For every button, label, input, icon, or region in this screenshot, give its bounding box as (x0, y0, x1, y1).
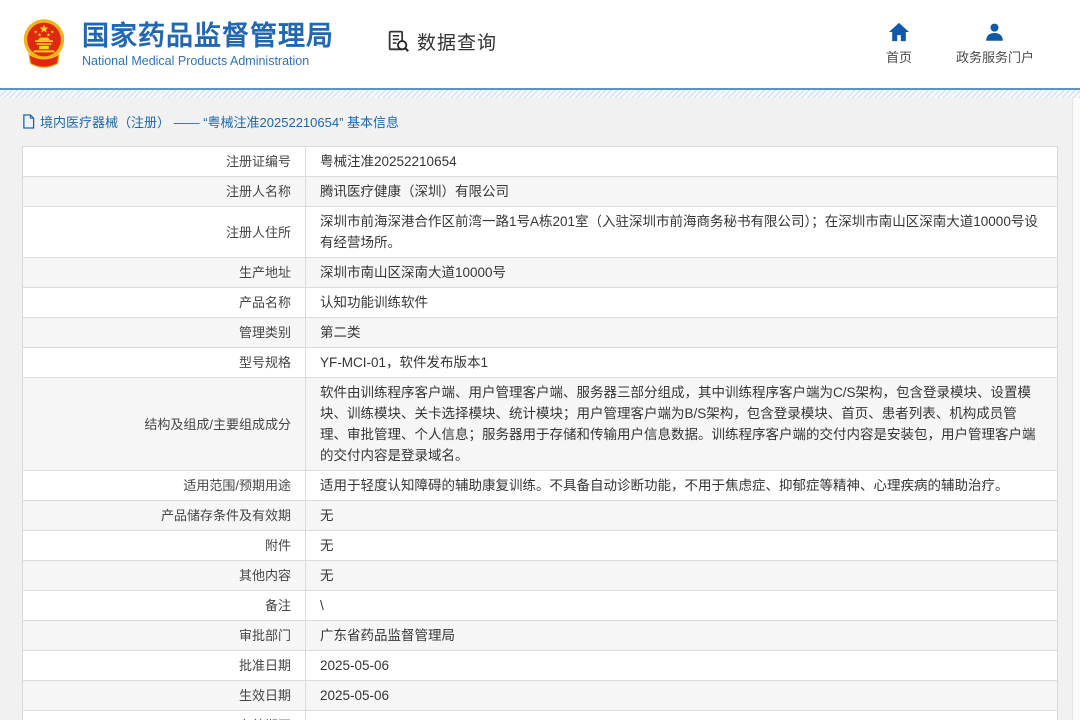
home-icon (888, 22, 910, 42)
site-logo[interactable]: 国家药品监督管理局 National Medical Products Admi… (20, 17, 334, 71)
field-label: 备注 (23, 591, 306, 620)
field-value: 2030-05-05 (306, 711, 1057, 720)
field-label: 其他内容 (23, 561, 306, 590)
user-icon (984, 22, 1005, 42)
table-row: 附件无 (23, 531, 1057, 561)
table-row: 注册人名称腾讯医疗健康（深圳）有限公司 (23, 177, 1057, 207)
field-label: 生产地址 (23, 258, 306, 287)
nav-data-query[interactable]: 数据查询 (386, 28, 497, 55)
field-label: 注册人住所 (23, 207, 306, 257)
document-search-icon (386, 29, 411, 54)
table-row: 注册证编号粤械注准20252210654 (23, 147, 1057, 177)
field-value: 第二类 (306, 318, 1057, 347)
field-label: 审批部门 (23, 621, 306, 650)
table-row: 型号规格YF-MCI-01，软件发布版本1 (23, 348, 1057, 378)
nav-data-query-label: 数据查询 (417, 28, 497, 55)
field-value: 粤械注准20252210654 (306, 147, 1057, 176)
site-subtitle: National Medical Products Administration (82, 54, 334, 68)
table-row: 批准日期2025-05-06 (23, 651, 1057, 681)
table-row: 生产地址深圳市南山区深南大道10000号 (23, 258, 1057, 288)
breadcrumb[interactable]: 境内医疗器械（注册） —— “粤械注准20252210654” 基本信息 (22, 112, 1058, 131)
table-row: 有效期至2030-05-05 (23, 711, 1057, 720)
field-value: 认知功能训练软件 (306, 288, 1057, 317)
field-label: 型号规格 (23, 348, 306, 377)
table-row: 备注\ (23, 591, 1057, 621)
field-label: 产品储存条件及有效期 (23, 501, 306, 530)
field-label: 附件 (23, 531, 306, 560)
main-content: 境内医疗器械（注册） —— “粤械注准20252210654” 基本信息 注册证… (0, 98, 1080, 720)
home-link[interactable]: 首页 (886, 22, 912, 66)
header-divider (0, 88, 1080, 98)
field-value: 广东省药品监督管理局 (306, 621, 1057, 650)
table-row: 生效日期2025-05-06 (23, 681, 1057, 711)
field-label: 适用范围/预期用途 (23, 471, 306, 500)
registration-table: 注册证编号粤械注准20252210654注册人名称腾讯医疗健康（深圳）有限公司注… (22, 146, 1058, 720)
document-icon (22, 114, 35, 129)
site-title: 国家药品监督管理局 (82, 21, 334, 51)
field-value: YF-MCI-01，软件发布版本1 (306, 348, 1057, 377)
table-row: 审批部门广东省药品监督管理局 (23, 621, 1057, 651)
site-header: 国家药品监督管理局 National Medical Products Admi… (0, 0, 1080, 88)
field-label: 生效日期 (23, 681, 306, 710)
field-value: 2025-05-06 (306, 681, 1057, 710)
field-label: 结构及组成/主要组成成分 (23, 378, 306, 470)
field-label: 管理类别 (23, 318, 306, 347)
table-row: 结构及组成/主要组成成分软件由训练程序客户端、用户管理客户端、服务器三部分组成，… (23, 378, 1057, 471)
home-link-label: 首页 (886, 47, 912, 66)
field-label: 注册人名称 (23, 177, 306, 206)
table-row: 产品储存条件及有效期无 (23, 501, 1057, 531)
field-label: 注册证编号 (23, 147, 306, 176)
field-value: 深圳市前海深港合作区前湾一路1号A栋201室（入驻深圳市前海商务秘书有限公司）；… (306, 207, 1057, 257)
field-value: 无 (306, 561, 1057, 590)
site-title-block: 国家药品监督管理局 National Medical Products Admi… (82, 21, 334, 68)
field-value: 适用于轻度认知障碍的辅助康复训练。不具备自动诊断功能，不用于焦虑症、抑郁症等精神… (306, 471, 1057, 500)
portal-link[interactable]: 政务服务门户 (956, 22, 1034, 66)
field-value: 无 (306, 501, 1057, 530)
table-row: 注册人住所深圳市前海深港合作区前湾一路1号A栋201室（入驻深圳市前海商务秘书有… (23, 207, 1057, 258)
field-label: 批准日期 (23, 651, 306, 680)
field-label: 产品名称 (23, 288, 306, 317)
table-row: 管理类别第二类 (23, 318, 1057, 348)
header-links: 首页 政务服务门户 (886, 22, 1034, 66)
table-row: 产品名称认知功能训练软件 (23, 288, 1057, 318)
breadcrumb-text: 境内医疗器械（注册） —— “粤械注准20252210654” 基本信息 (40, 112, 399, 131)
national-emblem-icon (20, 17, 68, 71)
table-row: 适用范围/预期用途适用于轻度认知障碍的辅助康复训练。不具备自动诊断功能，不用于焦… (23, 471, 1057, 501)
table-row: 其他内容无 (23, 561, 1057, 591)
field-value: 无 (306, 531, 1057, 560)
field-label: 有效期至 (23, 711, 306, 720)
field-value: \ (306, 591, 1057, 620)
field-value: 2025-05-06 (306, 651, 1057, 680)
field-value: 深圳市南山区深南大道10000号 (306, 258, 1057, 287)
portal-link-label: 政务服务门户 (956, 47, 1034, 66)
vertical-scrollbar[interactable] (1072, 98, 1080, 720)
field-value: 腾讯医疗健康（深圳）有限公司 (306, 177, 1057, 206)
field-value: 软件由训练程序客户端、用户管理客户端、服务器三部分组成，其中训练程序客户端为C/… (306, 378, 1057, 470)
